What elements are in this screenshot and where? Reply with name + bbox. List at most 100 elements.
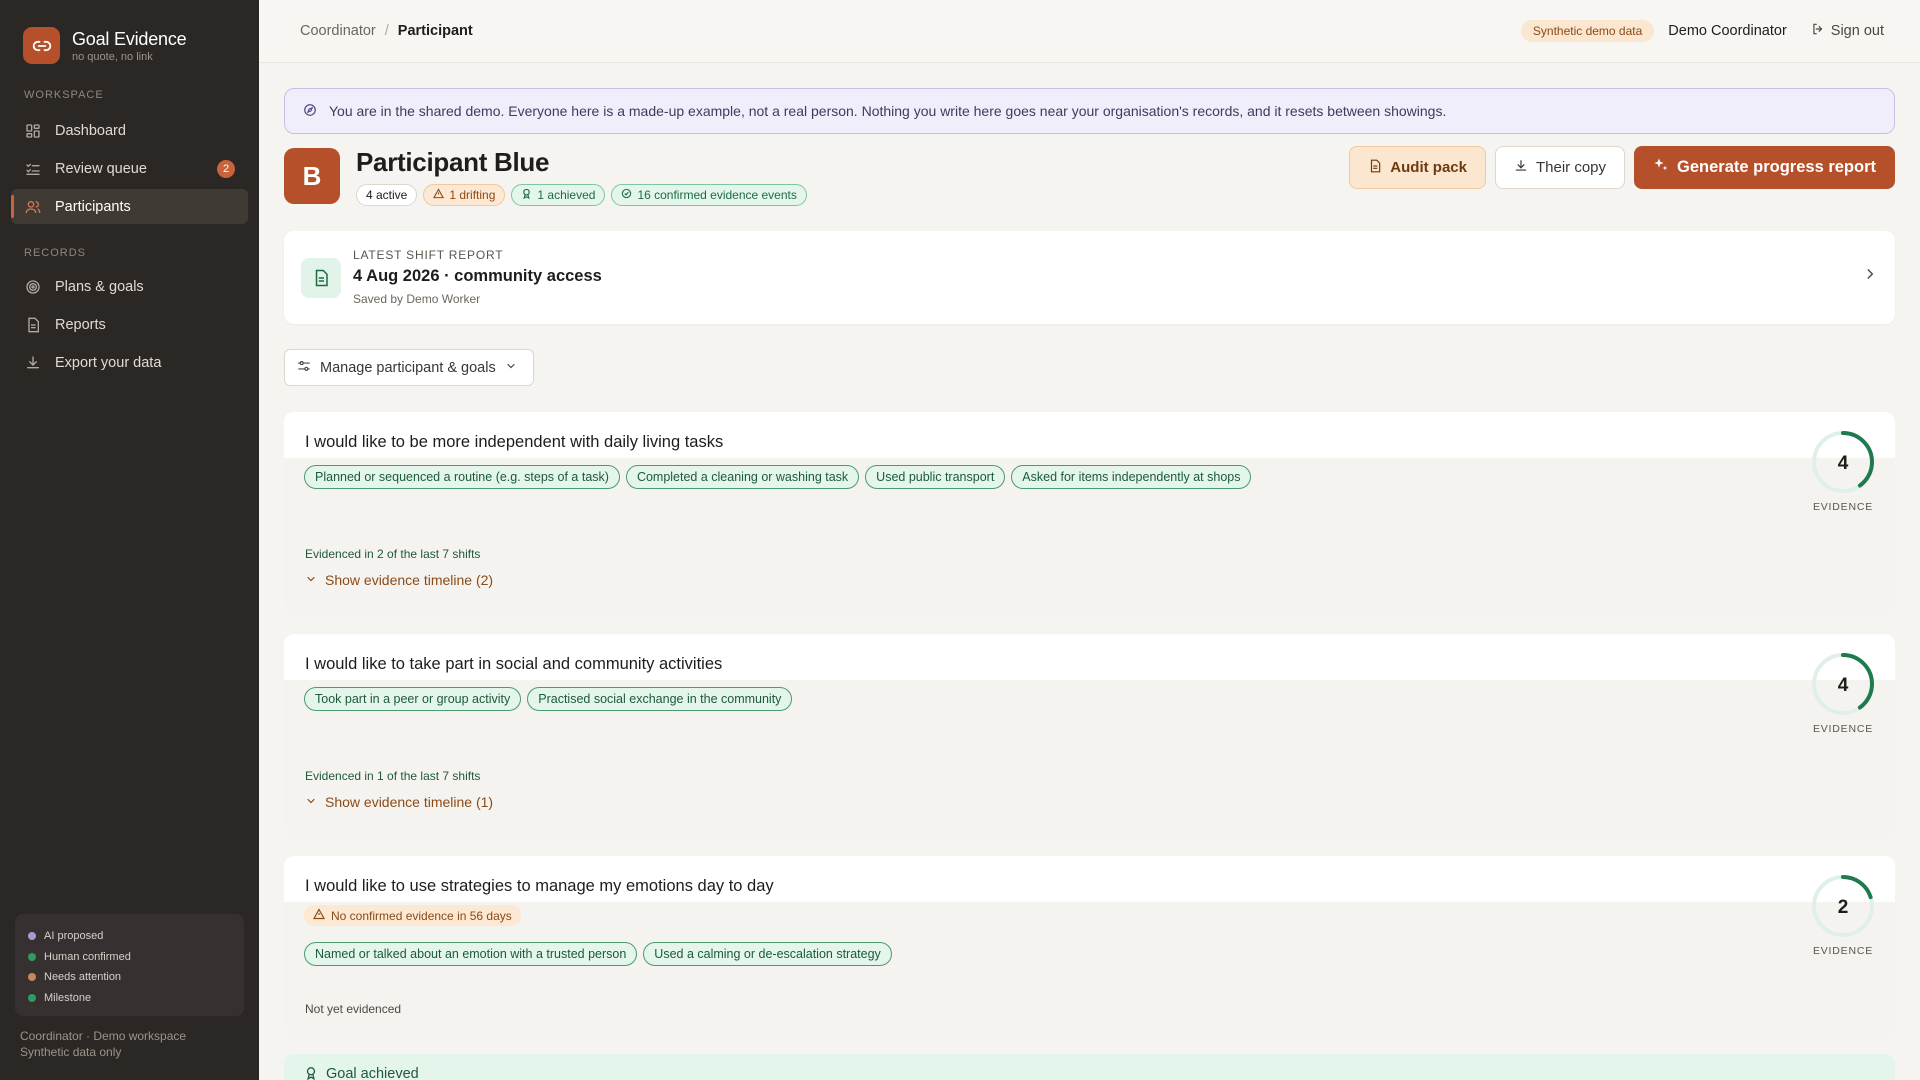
legend-item: Milestone: [28, 988, 231, 1009]
active-goals-tag: 4 active: [356, 184, 418, 206]
goal-card: I would like to use strategies to manage…: [284, 856, 1895, 1038]
footer-note: Synthetic data only: [20, 1045, 122, 1059]
ring-label: EVIDENCE: [1812, 501, 1874, 513]
goal-card-body: [284, 902, 1895, 1038]
warning-icon: [433, 188, 445, 202]
document-icon: [24, 316, 41, 333]
current-user: Demo Coordinator: [1668, 23, 1787, 39]
evidence-chip[interactable]: Completed a cleaning or washing task: [625, 465, 860, 489]
nav-section-records: RECORDS: [24, 247, 87, 259]
banner-text: You are in the shared demo. Everyone her…: [329, 103, 1447, 119]
crumb-separator: /: [384, 23, 389, 39]
sidebar-item-participants[interactable]: Participants: [11, 189, 248, 224]
evidenced-summary: Evidenced in 1 of the last 7 shifts: [305, 769, 481, 783]
goal-achieved-section[interactable]: Goal achieved: [284, 1054, 1895, 1080]
legend-item: Human confirmed: [28, 947, 231, 968]
chevron-down-icon: [505, 360, 517, 376]
goal-card: I would like to be more independent with…: [284, 412, 1895, 615]
legend-item: AI proposed: [28, 926, 231, 947]
brand[interactable]: Goal Evidence no quote, no link: [23, 27, 187, 64]
evidence-chip[interactable]: Planned or sequenced a routine (e.g. ste…: [304, 465, 620, 489]
evidence-chips: Planned or sequenced a routine (e.g. ste…: [304, 465, 1754, 489]
award-icon: [521, 188, 532, 202]
sidebar: Goal Evidence no quote, no link WORKSPAC…: [0, 0, 259, 1080]
footer-role: Coordinator · Demo workspace: [20, 1029, 187, 1043]
goal-title: I would like to be more independent with…: [305, 433, 724, 451]
crumb-coordinator[interactable]: Coordinator: [300, 23, 376, 39]
sign-out-label: Sign out: [1830, 23, 1884, 39]
their-copy-button[interactable]: Their copy: [1494, 146, 1626, 189]
audit-pack-button[interactable]: Audit pack: [1349, 146, 1486, 189]
dropdown-label: Manage participant & goals: [320, 359, 496, 376]
award-icon: [304, 1066, 318, 1080]
legend-label: Human confirmed: [44, 950, 131, 963]
evidence-events-tag: 16 confirmed evidence events: [611, 184, 807, 206]
report-title: 4 Aug 2026 · community access: [353, 267, 602, 285]
page-title: Participant Blue: [356, 147, 550, 177]
dashboard-icon: [24, 122, 41, 139]
tag-label: 1 drifting: [449, 188, 496, 202]
ring-label: EVIDENCE: [1812, 945, 1874, 957]
report-saved-by: Saved by Demo Worker: [353, 292, 481, 306]
sidebar-item-label: Review queue: [55, 160, 147, 177]
drift-warning-badge: No confirmed evidence in 56 days: [304, 905, 521, 926]
crumb-current: Participant: [397, 23, 473, 39]
legend-label: Needs attention: [44, 971, 122, 984]
compass-icon: [303, 103, 317, 120]
tag-label: 1 achieved: [537, 188, 596, 202]
timeline-label: Show evidence timeline (2): [325, 572, 494, 588]
sidebar-item-plans-goals[interactable]: Plans & goals: [11, 269, 248, 304]
sign-out-button[interactable]: Sign out: [1811, 22, 1884, 40]
evidence-chip[interactable]: Practised social exchange in the communi…: [527, 687, 793, 711]
chevron-right-icon: [1863, 267, 1877, 286]
manage-participant-dropdown[interactable]: Manage participant & goals: [284, 349, 534, 386]
list-check-icon: [24, 160, 41, 177]
chevron-down-icon: [305, 794, 317, 810]
evidence-chip[interactable]: Asked for items independently at shops: [1011, 465, 1252, 489]
button-label: Generate progress report: [1677, 158, 1876, 176]
sidebar-item-label: Participants: [55, 198, 131, 215]
sparkle-icon: [1653, 157, 1669, 178]
achieved-goals-tag: 1 achieved: [511, 184, 606, 206]
legend-dot: [28, 932, 36, 941]
evidence-chips: Took part in a peer or group activity Pr…: [304, 687, 1754, 711]
latest-shift-report-card[interactable]: LATEST SHIFT REPORT 4 Aug 2026 · communi…: [284, 231, 1895, 324]
legend-dot: [28, 993, 36, 1002]
show-timeline-toggle[interactable]: Show evidence timeline (1): [305, 794, 493, 810]
goal-card: I would like to take part in social and …: [284, 634, 1895, 837]
generate-report-button[interactable]: Generate progress report: [1634, 146, 1895, 189]
topbar-right: Synthetic demo data Demo Coordinator Sig…: [1520, 20, 1884, 42]
sidebar-item-export[interactable]: Export your data: [11, 345, 248, 380]
sidebar-item-reports[interactable]: Reports: [11, 307, 248, 342]
sidebar-item-label: Dashboard: [55, 122, 126, 139]
document-icon: [301, 258, 341, 298]
achieved-label: Goal achieved: [326, 1066, 419, 1080]
evidence-chip[interactable]: Took part in a peer or group activity: [304, 687, 522, 711]
sidebar-item-dashboard[interactable]: Dashboard: [11, 113, 248, 148]
legend-label: AI proposed: [44, 930, 104, 943]
brand-subtitle: no quote, no link: [72, 50, 153, 63]
legend-dot: [28, 952, 36, 961]
evidence-chip[interactable]: Named or talked about an emotion with a …: [304, 942, 638, 966]
nav-section-workspace: WORKSPACE: [24, 89, 104, 101]
sidebar-item-review-queue[interactable]: Review queue 2: [11, 151, 248, 186]
report-kicker: LATEST SHIFT REPORT: [353, 248, 504, 262]
progress-ring-icon: 4: [1812, 653, 1874, 715]
sidebar-item-label: Reports: [55, 316, 106, 333]
evidence-count: 4: [1838, 675, 1849, 696]
goal-title: I would like to take part in social and …: [305, 655, 723, 673]
check-circle-icon: [621, 188, 632, 202]
users-icon: [24, 198, 41, 215]
evidence-chip[interactable]: Used public transport: [865, 465, 1006, 489]
show-timeline-toggle[interactable]: Show evidence timeline (2): [305, 572, 493, 588]
sliders-icon: [297, 359, 311, 377]
sidebar-item-label: Export your data: [55, 354, 162, 371]
download-icon: [1514, 159, 1528, 177]
sign-out-icon: [1811, 22, 1825, 40]
avatar: B: [284, 148, 340, 204]
document-icon: [1368, 159, 1382, 177]
target-icon: [24, 278, 41, 295]
progress-ring-icon: 2: [1812, 875, 1874, 937]
warning-icon: [312, 908, 326, 923]
evidence-chip[interactable]: Used a calming or de-escalation strategy: [643, 942, 892, 966]
